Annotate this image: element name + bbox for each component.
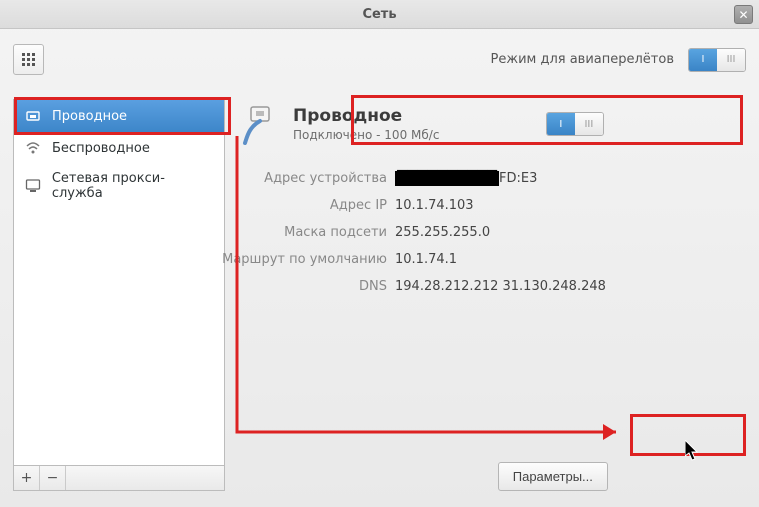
connection-switch[interactable]: I III (546, 112, 604, 136)
wired-icon (24, 107, 42, 125)
parameters-button[interactable]: Параметры... (498, 462, 608, 491)
ip-address-value: 10.1.74.103 (395, 198, 606, 213)
switch-off-icon: III (717, 49, 745, 71)
sidebar-item-wireless[interactable]: Беспроводное (14, 132, 224, 164)
ip-address-label: Адрес IP (217, 198, 387, 213)
subnet-mask-label: Маска подсети (217, 225, 387, 240)
sidebar-item-proxy[interactable]: Сетевая прокси-служба (14, 164, 224, 208)
switch-on-icon: I (547, 113, 575, 135)
dns-label: DNS (217, 279, 387, 294)
window-title: Сеть (362, 7, 396, 22)
titlebar: Сеть ✕ (0, 0, 759, 29)
hw-address-label: Адрес устройства (217, 171, 387, 186)
sidebar-item-label: Сетевая прокси-служба (52, 171, 214, 201)
proxy-icon (24, 177, 42, 195)
gateway-label: Маршрут по умолчанию (217, 252, 387, 267)
hw-address-value: ██████████FD:E3 (395, 171, 606, 186)
gateway-value: 10.1.74.1 (395, 252, 606, 267)
sidebar-item-label: Проводное (52, 109, 127, 124)
sidebar: Проводное Беспроводное Сетевая прокси-сл… (13, 99, 225, 491)
connection-title: Проводное (293, 106, 439, 126)
remove-connection-button[interactable]: − (40, 466, 66, 490)
connection-status: Подключено - 100 Мб/с (293, 128, 439, 142)
all-settings-button[interactable] (13, 44, 44, 75)
sidebar-item-wired[interactable]: Проводное (14, 100, 224, 132)
airplane-mode-label: Режим для авиаперелётов (491, 52, 674, 67)
sidebar-item-label: Беспроводное (52, 141, 150, 156)
grid-icon (22, 53, 35, 66)
wired-connection-icon (239, 103, 281, 145)
dns-value: 194.28.212.212 31.130.248.248 (395, 279, 606, 294)
airplane-mode-switch[interactable]: I III (688, 48, 746, 72)
switch-on-icon: I (689, 49, 717, 71)
redacted-mac: ██████████ (395, 171, 499, 186)
close-button[interactable]: ✕ (734, 5, 753, 24)
switch-off-icon: III (575, 113, 603, 135)
subnet-mask-value: 255.255.255.0 (395, 225, 606, 240)
connection-info: Адрес устройства ██████████FD:E3 Адрес I… (217, 171, 606, 294)
wireless-icon (24, 139, 42, 157)
close-icon: ✕ (738, 8, 748, 22)
plus-icon: + (21, 470, 33, 486)
add-connection-button[interactable]: + (14, 466, 40, 490)
minus-icon: − (47, 470, 59, 486)
connection-header: Проводное Подключено - 100 Мб/с I III (237, 99, 606, 149)
